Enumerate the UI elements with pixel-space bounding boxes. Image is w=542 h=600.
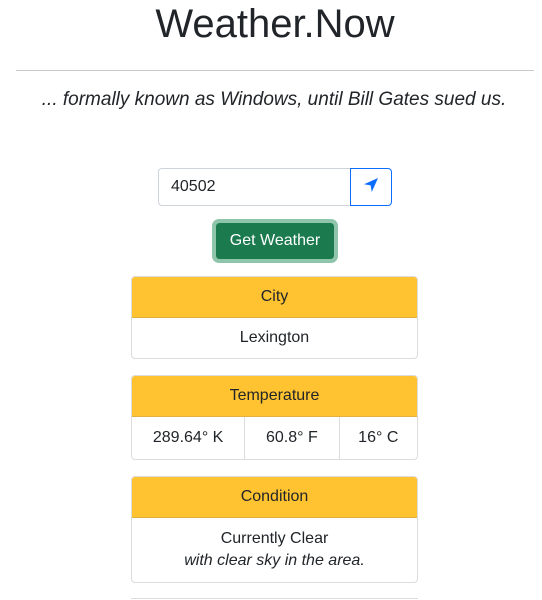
next-card-edge xyxy=(131,598,418,599)
temperature-values: 289.64° K 60.8° F 16° C xyxy=(132,417,417,459)
condition-card-header: Condition xyxy=(132,477,417,518)
zip-code-input[interactable] xyxy=(158,168,350,206)
temperature-fahrenheit: 60.8° F xyxy=(245,417,340,459)
city-value: Lexington xyxy=(239,329,310,346)
temperature-card: Temperature 289.64° K 60.8° F 16° C xyxy=(131,375,418,460)
temperature-card-header: Temperature xyxy=(132,376,417,417)
tagline: ... formally known as Windows, until Bil… xyxy=(41,89,507,110)
condition-summary: Currently Clear xyxy=(220,530,329,547)
condition-card: Condition Currently Clear with clear sky… xyxy=(131,476,418,583)
city-card-header: City xyxy=(132,277,417,318)
header-divider xyxy=(16,70,534,71)
city-card: City Lexington xyxy=(131,276,418,359)
condition-detail: with clear sky in the area. xyxy=(184,552,365,569)
temperature-kelvin: 289.64° K xyxy=(132,417,246,459)
temperature-celsius: 16° C xyxy=(358,429,399,446)
use-location-button[interactable] xyxy=(350,168,392,206)
get-weather-button[interactable]: Get Weather xyxy=(212,219,338,263)
location-arrow-icon xyxy=(363,177,379,198)
condition-body: Currently Clear with clear sky in the ar… xyxy=(132,518,417,582)
app-title: Weather.Now xyxy=(155,2,395,46)
